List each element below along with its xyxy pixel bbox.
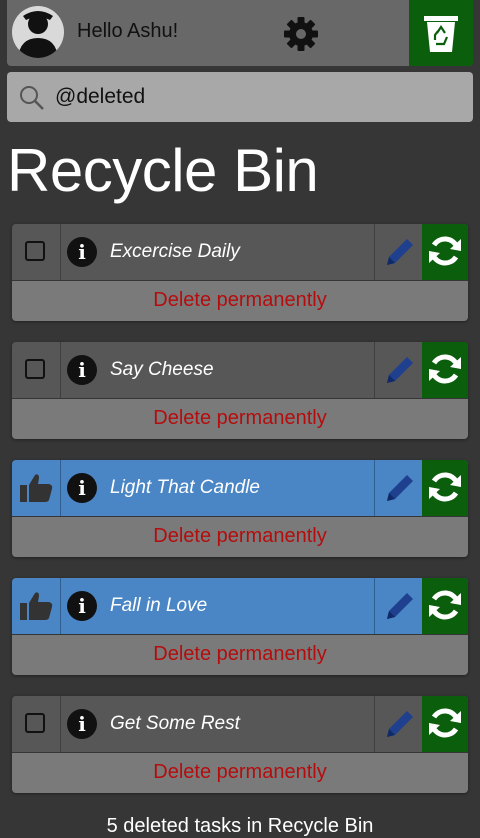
restore-button[interactable]	[422, 460, 468, 516]
task-row: i Fall in Love	[12, 578, 468, 634]
search-bar	[7, 72, 473, 122]
task-title[interactable]: Fall in Love	[110, 595, 207, 617]
edit-button[interactable]	[374, 342, 422, 398]
task-done-cell[interactable]	[12, 460, 61, 516]
delete-label: Delete permanently	[153, 643, 327, 665]
pencil-icon	[387, 593, 413, 619]
delete-label: Delete permanently	[153, 525, 327, 547]
pencil-icon	[387, 239, 413, 265]
checkbox[interactable]	[25, 359, 45, 379]
task-row: i Get Some Rest	[12, 696, 468, 752]
restore-button[interactable]	[422, 224, 468, 280]
task-card: i Say Cheese Delete permanently	[12, 342, 468, 439]
pencil-icon	[387, 475, 413, 501]
thumbs-up-icon	[20, 474, 53, 502]
page-title: Recycle Bin	[7, 137, 319, 204]
delete-permanently-button[interactable]: Delete permanently	[12, 517, 468, 557]
task-checkbox-cell[interactable]	[12, 342, 61, 398]
info-icon[interactable]: i	[67, 237, 97, 267]
edit-button[interactable]	[374, 460, 422, 516]
refresh-icon	[429, 236, 461, 266]
info-icon[interactable]: i	[67, 709, 97, 739]
task-row: i Say Cheese	[12, 342, 468, 398]
gear-icon[interactable]	[283, 16, 319, 52]
task-row: i Excercise Daily	[12, 224, 468, 280]
recycle-bin-icon	[424, 16, 458, 52]
recycle-bin-button[interactable]	[409, 0, 473, 66]
user-avatar-icon[interactable]	[12, 6, 64, 58]
delete-permanently-button[interactable]: Delete permanently	[12, 635, 468, 675]
task-title[interactable]: Get Some Rest	[110, 713, 240, 735]
restore-button[interactable]	[422, 696, 468, 752]
restore-button[interactable]	[422, 342, 468, 398]
pencil-icon	[387, 711, 413, 737]
search-icon	[20, 86, 44, 110]
delete-label: Delete permanently	[153, 407, 327, 429]
info-icon[interactable]: i	[67, 591, 97, 621]
restore-button[interactable]	[422, 578, 468, 634]
task-row: i Light That Candle	[12, 460, 468, 516]
checkbox[interactable]	[25, 713, 45, 733]
edit-button[interactable]	[374, 696, 422, 752]
delete-label: Delete permanently	[153, 761, 327, 783]
task-card: i Light That Candle Delete permanently	[12, 460, 468, 557]
edit-button[interactable]	[374, 578, 422, 634]
delete-permanently-button[interactable]: Delete permanently	[12, 281, 468, 321]
app-header: Hello Ashu!	[7, 0, 473, 66]
pencil-icon	[387, 357, 413, 383]
delete-label: Delete permanently	[153, 289, 327, 311]
info-icon[interactable]: i	[67, 355, 97, 385]
greeting-text: Hello Ashu!	[77, 20, 179, 42]
task-done-cell[interactable]	[12, 578, 61, 634]
refresh-icon	[429, 590, 461, 620]
refresh-icon	[429, 472, 461, 502]
search-input[interactable]	[55, 72, 455, 122]
checkbox[interactable]	[25, 241, 45, 261]
task-title[interactable]: Excercise Daily	[110, 241, 240, 263]
info-icon[interactable]: i	[67, 473, 97, 503]
thumbs-up-icon	[20, 592, 53, 620]
task-title[interactable]: Say Cheese	[110, 359, 214, 381]
task-card: i Fall in Love Delete permanently	[12, 578, 468, 675]
task-checkbox-cell[interactable]	[12, 696, 61, 752]
edit-button[interactable]	[374, 224, 422, 280]
delete-permanently-button[interactable]: Delete permanently	[12, 399, 468, 439]
task-card: i Get Some Rest Delete permanently	[12, 696, 468, 793]
delete-permanently-button[interactable]: Delete permanently	[12, 753, 468, 793]
task-checkbox-cell[interactable]	[12, 224, 61, 280]
refresh-icon	[429, 708, 461, 738]
deleted-count-summary: 5 deleted tasks in Recycle Bin	[106, 815, 374, 837]
refresh-icon	[429, 354, 461, 384]
task-card: i Excercise Daily Delete permanently	[12, 224, 468, 321]
task-title[interactable]: Light That Candle	[110, 477, 260, 499]
